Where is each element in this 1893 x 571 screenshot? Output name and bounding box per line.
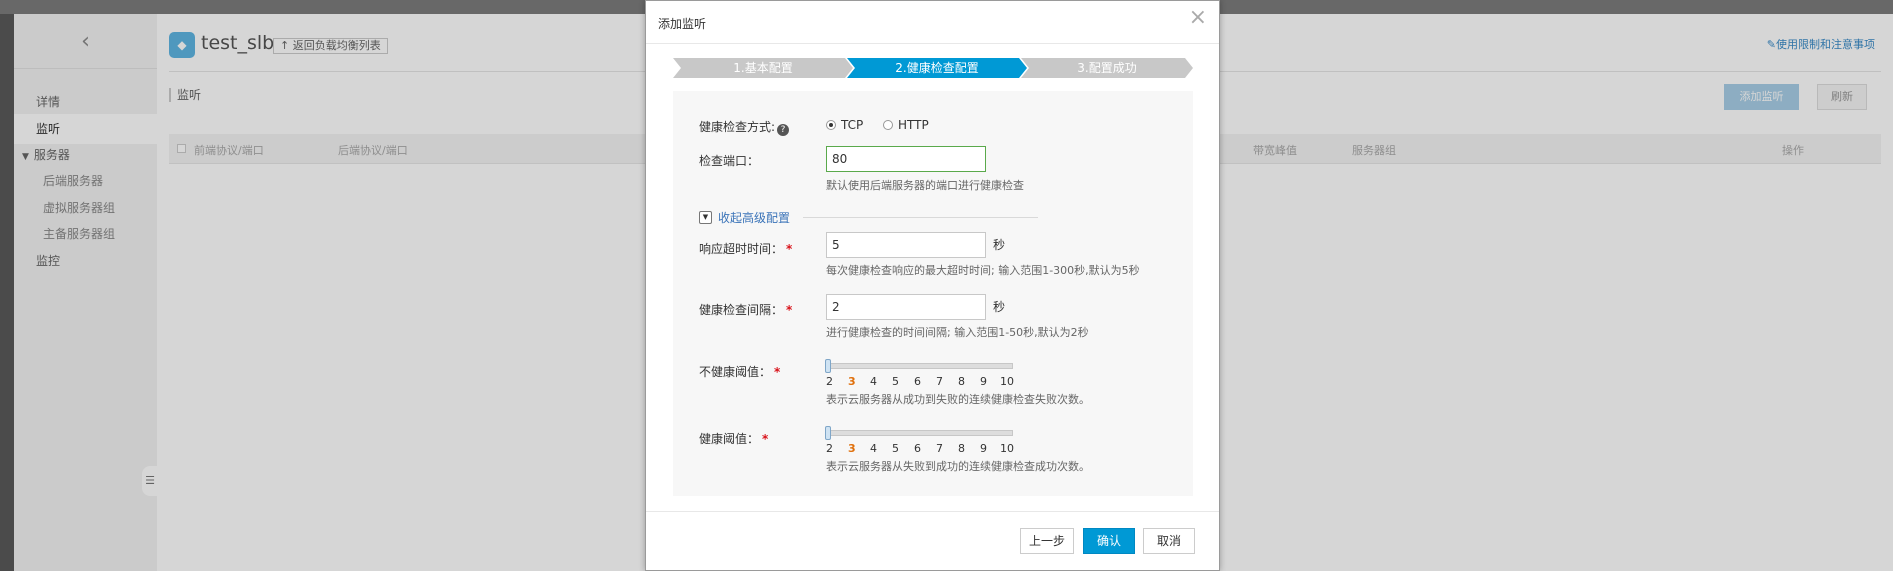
radio-button[interactable] <box>883 120 893 130</box>
tick-label: 2 <box>826 375 833 388</box>
tick-label: 2 <box>826 442 833 455</box>
step-health-check-config: 2.健康检查配置 <box>847 58 1027 78</box>
radio-button-selected[interactable] <box>826 120 836 130</box>
tick-label-selected: 3 <box>848 442 856 455</box>
healthy-threshold-slider[interactable] <box>828 430 1013 436</box>
timeout-unit: 秒 <box>993 238 1006 252</box>
tick-label: 6 <box>914 375 921 388</box>
previous-step-button[interactable]: 上一步 <box>1020 528 1074 554</box>
check-port-hint: 默认使用后端服务器的端口进行健康检查 <box>826 179 1024 192</box>
cancel-button[interactable]: 取消 <box>1143 528 1195 554</box>
step-indicator: 1.基本配置 2.健康检查配置 3.配置成功 <box>673 58 1193 78</box>
divider <box>803 217 1038 218</box>
tick-label: 8 <box>958 442 965 455</box>
tick-label: 5 <box>892 442 899 455</box>
slider-handle[interactable] <box>825 426 831 440</box>
timeout-hint: 每次健康检查响应的最大超时时间; 输入范围1-300秒,默认为5秒 <box>826 264 1140 277</box>
unhealthy-threshold-hint: 表示云服务器从成功到失败的连续健康检查失败次数。 <box>826 393 1090 406</box>
dialog-title: 添加监听 <box>658 17 707 31</box>
unhealthy-threshold-slider[interactable] <box>828 363 1013 369</box>
unhealthy-threshold-label: 不健康阈值： * <box>699 365 781 379</box>
tick-label: 9 <box>980 375 987 388</box>
tick-label: 10 <box>1000 442 1014 455</box>
step-basic-config: 1.基本配置 <box>673 58 853 78</box>
unhealthy-threshold-ticks: 2 3 4 5 6 7 8 9 10 <box>826 375 1026 389</box>
help-icon[interactable]: ? <box>777 124 790 136</box>
healthy-threshold-ticks: 2 3 4 5 6 7 8 9 10 <box>826 442 1026 456</box>
radio-tcp[interactable]: TCP <box>826 118 863 132</box>
healthy-threshold-label: 健康阈值： * <box>699 432 769 446</box>
health-method-label: 健康检查方式:? <box>699 118 790 136</box>
confirm-button[interactable]: 确认 <box>1083 528 1135 554</box>
tick-label: 7 <box>936 375 943 388</box>
collapse-advanced-toggle[interactable]: ▼ 收起高级配置 <box>699 209 790 226</box>
tick-label: 5 <box>892 375 899 388</box>
tick-label: 9 <box>980 442 987 455</box>
health-check-form: 健康检查方式:? TCP HTTP 检查端口： 80 默认使用后端服务器的端口进… <box>673 91 1193 496</box>
tick-label-selected: 3 <box>848 375 856 388</box>
timeout-input[interactable]: 5 <box>826 232 986 258</box>
tick-label: 10 <box>1000 375 1014 388</box>
required-mark: * <box>774 365 781 379</box>
check-port-input[interactable]: 80 <box>826 146 986 172</box>
step-config-success: 3.配置成功 <box>1021 58 1193 78</box>
divider <box>646 43 1219 44</box>
tick-label: 4 <box>870 442 877 455</box>
tick-label: 8 <box>958 375 965 388</box>
tick-label: 7 <box>936 442 943 455</box>
interval-hint: 进行健康检查的时间间隔; 输入范围1-50秒,默认为2秒 <box>826 326 1089 339</box>
slider-handle[interactable] <box>825 359 831 373</box>
healthy-threshold-hint: 表示云服务器从失败到成功的连续健康检查成功次数。 <box>826 460 1090 473</box>
timeout-label: 响应超时时间： * <box>699 242 793 256</box>
close-icon[interactable]: × <box>1189 7 1207 29</box>
interval-label: 健康检查间隔： * <box>699 303 793 317</box>
radio-http[interactable]: HTTP <box>883 118 929 132</box>
check-port-label: 检查端口： <box>699 154 760 168</box>
chevron-down-icon: ▼ <box>699 211 712 224</box>
required-mark: * <box>786 303 793 317</box>
tick-label: 4 <box>870 375 877 388</box>
divider <box>646 511 1219 512</box>
tick-label: 6 <box>914 442 921 455</box>
add-listener-dialog: 添加监听 × 1.基本配置 2.健康检查配置 3.配置成功 健康检查方式:? T… <box>645 0 1220 571</box>
required-mark: * <box>762 432 769 446</box>
interval-input[interactable]: 2 <box>826 294 986 320</box>
interval-unit: 秒 <box>993 300 1006 314</box>
required-mark: * <box>786 242 793 256</box>
